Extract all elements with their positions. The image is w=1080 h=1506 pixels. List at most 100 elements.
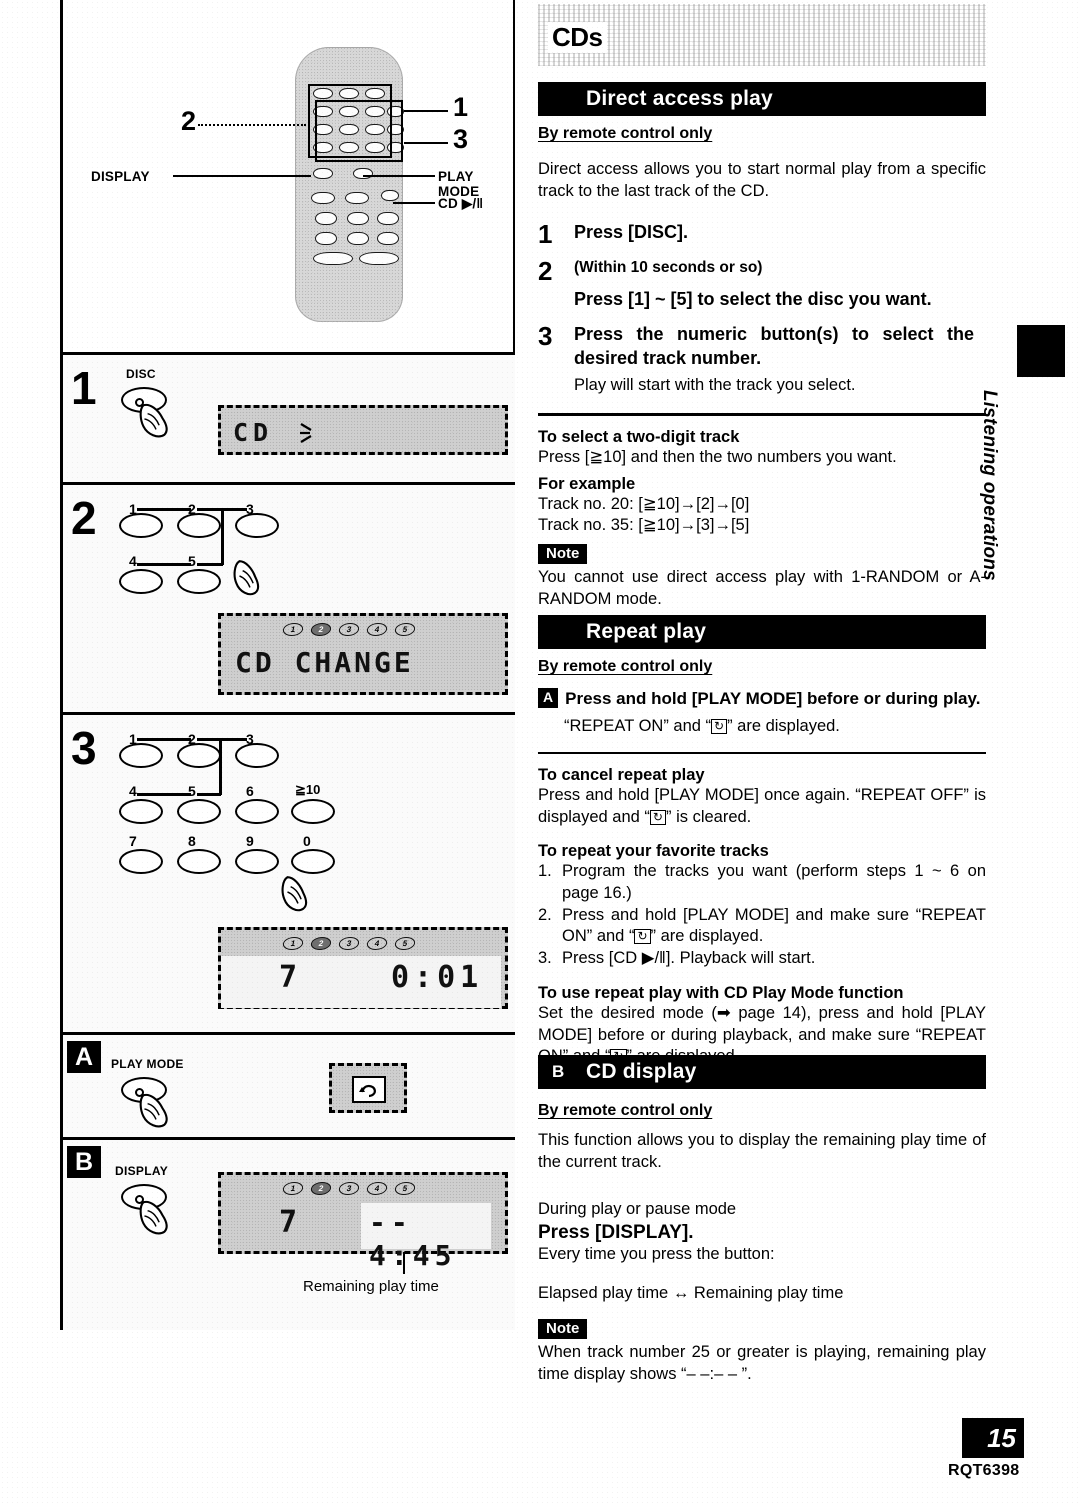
repeat-on-pre: “REPEAT ON” and “ bbox=[564, 717, 712, 736]
repeat-step-a: A Press and hold [PLAY MODE] before or d… bbox=[538, 688, 986, 710]
callout-3-label: 3 bbox=[453, 124, 469, 154]
fav-post: ” are displayed. bbox=[650, 927, 764, 946]
every-press-line: Every time you press the button: bbox=[538, 1245, 775, 1264]
note-text: You cannot use direct access play with 1… bbox=[538, 568, 986, 608]
lcd-step3-track: 7 bbox=[279, 960, 303, 995]
keypad-button-5 bbox=[177, 569, 221, 594]
section-heading-repeat-play: Repeat play bbox=[538, 615, 986, 649]
lcd-step2: 1 2 3 4 5 CD CHANGE bbox=[218, 613, 508, 695]
keypad-button-5 bbox=[177, 799, 221, 824]
flash-lines-icon bbox=[300, 423, 312, 443]
side-tab-label: Listening operations bbox=[979, 390, 1000, 581]
step-2-number: 2 bbox=[71, 492, 97, 544]
key-connector bbox=[137, 508, 191, 511]
note-tag-wrap: Note bbox=[538, 1318, 986, 1339]
disc-indicator-4: 4 bbox=[365, 937, 389, 950]
key-label-4: 4 bbox=[129, 783, 137, 799]
step-text: Press [DISC]. bbox=[574, 221, 689, 242]
remote-key bbox=[311, 192, 335, 204]
key-label-5: 5 bbox=[188, 553, 196, 569]
disc-indicator-3: 3 bbox=[337, 1182, 361, 1195]
callout-1-label: 1 bbox=[453, 92, 469, 122]
remote-key bbox=[313, 252, 353, 265]
repeat-icon-inline: ↻ bbox=[649, 810, 666, 825]
lettered-panel-a: A PLAY MODE bbox=[60, 1035, 515, 1140]
manual-page: 1 2 3 DISPLAY PLAY MODE CD ▶/‖ 1 DISC CD… bbox=[0, 0, 1080, 1506]
step-text-timing: (Within 10 seconds or so) bbox=[574, 258, 763, 276]
callout-2-label: 2 bbox=[181, 106, 197, 136]
subheading-remote-only: By remote control only bbox=[538, 1102, 713, 1119]
list-text: Press [CD ▶/‖]. Playback will start. bbox=[562, 949, 816, 968]
step-text: Press [1] ~ [5] to select the disc you w… bbox=[574, 288, 932, 309]
remote-key bbox=[377, 232, 399, 245]
section-repeat-play: Repeat play By remote control only A Pre… bbox=[538, 615, 986, 1068]
lettered-panel-b: B DISPLAY 1 2 3 4 5 7 -- 4:45 Remaining … bbox=[60, 1140, 515, 1330]
display-button-label: DISPLAY bbox=[115, 1164, 169, 1178]
section-direct-access-play: Direct access play By remote control onl… bbox=[538, 82, 986, 611]
remote-key bbox=[315, 232, 337, 245]
cancel-post: ” is cleared. bbox=[665, 808, 752, 827]
section-heading-direct-access: Direct access play bbox=[538, 82, 986, 116]
remote-key bbox=[347, 232, 369, 245]
key-connector bbox=[137, 563, 191, 566]
key-connector bbox=[197, 563, 223, 566]
hand-pointer-icon bbox=[139, 1200, 168, 1235]
toggle-line: Elapsed play time ↔ Remaining play time bbox=[538, 1284, 844, 1303]
key-connector bbox=[221, 508, 224, 565]
block-heading-two-digit: To select a two-digit track bbox=[538, 427, 740, 446]
playmode-button-label: PLAY MODE bbox=[111, 1057, 184, 1071]
lcd-panel-b-track: 7 bbox=[279, 1205, 303, 1240]
section-heading-text: Direct access play bbox=[586, 87, 773, 110]
list-marker: 3. bbox=[538, 949, 552, 968]
note-text: When track number 25 or greater is playi… bbox=[538, 1342, 986, 1383]
key-connector bbox=[197, 738, 247, 741]
document-code: RQT6398 bbox=[948, 1462, 1020, 1479]
remote-key bbox=[315, 212, 337, 225]
keypad-button-1 bbox=[119, 513, 163, 538]
block-heading-favorite-tracks: To repeat your favorite tracks bbox=[538, 841, 769, 860]
disc-indicator-5: 5 bbox=[393, 623, 417, 636]
subheading-remote-only: By remote control only bbox=[538, 125, 713, 142]
hand-pointer-icon bbox=[139, 1093, 168, 1128]
key-label-6: 6 bbox=[246, 783, 254, 799]
hand-pointer-icon bbox=[281, 876, 308, 912]
block-heading-cd-play-mode: To use repeat play with CD Play Mode fun… bbox=[538, 983, 904, 1002]
note-badge: Note bbox=[538, 544, 588, 565]
key-label-0: 0 bbox=[303, 833, 311, 849]
lcd-step3: 1 2 3 4 5 7 0:01 bbox=[218, 927, 508, 1009]
block-body-two-digit: Press [≧10] and then the two numbers you… bbox=[538, 447, 897, 466]
remote-key bbox=[347, 212, 369, 225]
note-tag-wrap: Note bbox=[538, 544, 986, 565]
list-item: 1. Program the tracks you want (perform … bbox=[538, 861, 986, 905]
section-badge-b: B bbox=[552, 1062, 565, 1081]
keypad-button-3 bbox=[235, 743, 279, 768]
disc-indicator-3: 3 bbox=[337, 623, 361, 636]
key-connector bbox=[137, 738, 191, 741]
example-line-1: Track no. 20: [≧10]→[2]→[0] bbox=[538, 494, 750, 513]
key-connector bbox=[137, 793, 191, 796]
repeat-icon-inline: ↻ bbox=[711, 719, 728, 734]
press-display-line: Press [DISPLAY]. bbox=[538, 1222, 694, 1244]
keypad-button-6 bbox=[235, 799, 279, 824]
disc-indicator-3: 3 bbox=[337, 937, 361, 950]
step-panel-2: 2 1 2 3 4 5 1 2 3 4 5 CD CHANGE bbox=[60, 485, 515, 715]
key-label-8: 8 bbox=[188, 833, 196, 849]
procedure-step-1: 1 Press [DISC]. bbox=[538, 220, 986, 248]
lcd-time-area: -- 4:45 bbox=[361, 1203, 491, 1272]
subheading-remote-only: By remote control only bbox=[538, 658, 713, 675]
lcd-panel-b: 1 2 3 4 5 7 -- 4:45 bbox=[218, 1172, 508, 1272]
step-subtext: Play will start with the track you selec… bbox=[574, 376, 856, 395]
caption-tick bbox=[403, 1252, 405, 1274]
keypad-button-9 bbox=[235, 849, 279, 874]
repeat-on-post: ” are displayed. bbox=[727, 717, 840, 736]
keypad-button-3 bbox=[235, 513, 279, 538]
procedure-step-2: 2 (Within 10 seconds or so) Press [1] ~ … bbox=[538, 257, 986, 312]
divider bbox=[538, 413, 986, 416]
panel-b-badge: B bbox=[67, 1146, 101, 1178]
lcd-step2-text: CD CHANGE bbox=[235, 646, 414, 679]
step-a-text: Press and hold [PLAY MODE] before or dur… bbox=[565, 689, 981, 708]
block-body-cancel-repeat: Press and hold [PLAY MODE] once again. “… bbox=[538, 785, 986, 829]
remaining-time-caption: Remaining play time bbox=[303, 1278, 439, 1295]
cdplay-leader bbox=[393, 202, 435, 204]
key-label-4: 4 bbox=[129, 553, 137, 569]
